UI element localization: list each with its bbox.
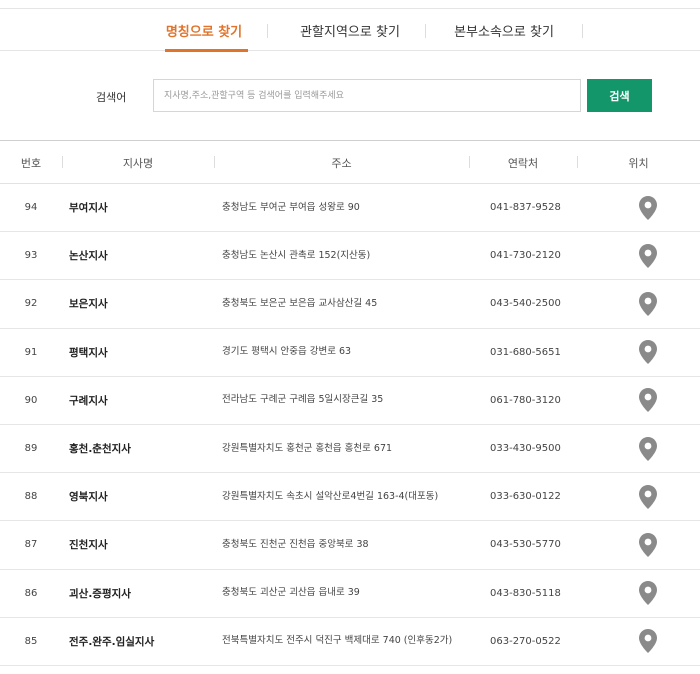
branch-phone: 043-540-2500 [490, 298, 561, 310]
branch-phone: 033-430-9500 [490, 443, 561, 455]
search-button[interactable]: 검색 [587, 79, 652, 112]
location-button[interactable] [636, 232, 660, 279]
table-row: 88 영북지사 강원특별자치도 속초시 설악산로4번길 163-4(대포동) 0… [0, 473, 700, 522]
table-row: 92 보은지사 충청북도 보은군 보은읍 교사삼산길 45 043-540-25… [0, 280, 700, 329]
table-row: 94 부여지사 충청남도 부여군 부여읍 성왕로 90 041-837-9528 [0, 184, 700, 233]
branch-address: 충청남도 부여군 부여읍 성왕로 90 [222, 201, 360, 213]
search-tabs: 명칭으로 찾기 관할지역으로 찾기 본부소속으로 찾기 [0, 9, 700, 52]
branch-name: 평택지사 [69, 346, 108, 359]
table-header: 번호 지사명 주소 연락처 위치 [0, 141, 700, 184]
location-button[interactable] [636, 618, 660, 665]
row-number: 88 [24, 491, 38, 503]
location-button[interactable] [636, 521, 660, 568]
branch-name: 부여지사 [69, 202, 108, 215]
map-pin-icon [639, 532, 657, 557]
table-row: 86 괴산.증평지사 충청북도 괴산군 괴산읍 읍내로 39 043-830-5… [0, 570, 700, 618]
branch-name: 진천지사 [69, 539, 108, 552]
row-number: 90 [24, 394, 38, 406]
map-pin-icon [639, 243, 657, 268]
table-body: 94 부여지사 충청남도 부여군 부여읍 성왕로 90 041-837-9528… [0, 184, 700, 666]
map-pin-icon [639, 195, 657, 220]
branch-address: 충청북도 보은군 보은읍 교사삼산길 45 [222, 297, 378, 309]
map-pin-icon [639, 388, 657, 413]
branch-address: 전북특별자치도 전주시 덕진구 백제대로 740 (인후동2가) [222, 635, 453, 647]
header-branch-name: 지사명 [122, 156, 154, 170]
branch-phone: 033-630-0122 [490, 491, 561, 503]
branch-name: 논산지사 [69, 250, 108, 263]
header-number: 번호 [20, 156, 42, 170]
map-pin-icon [639, 484, 657, 509]
branch-name: 홍천.춘천지사 [69, 443, 131, 456]
branch-phone: 061-780-3120 [490, 394, 561, 406]
table-row: 91 평택지사 경기도 평택시 안중읍 강변로 63 031-680-5651 [0, 329, 700, 377]
branch-address: 충청북도 괴산군 괴산읍 읍내로 39 [222, 587, 360, 599]
branch-address: 경기도 평택시 안중읍 강변로 63 [222, 346, 352, 358]
map-pin-icon [639, 629, 657, 654]
location-button[interactable] [636, 425, 660, 472]
branch-phone: 041-730-2120 [490, 250, 561, 262]
branch-name: 괴산.증평지사 [69, 587, 131, 600]
table-row: 87 진천지사 충청북도 진천군 진천읍 중앙북로 38 043-530-577… [0, 521, 700, 570]
tab-separator [425, 24, 426, 38]
branch-name: 보은지사 [69, 298, 108, 311]
row-number: 91 [24, 346, 38, 358]
table-row: 89 홍천.춘천지사 강원특별자치도 홍천군 홍천읍 홍천로 671 033-4… [0, 425, 700, 474]
branch-address: 강원특별자치도 홍천군 홍천읍 홍천로 671 [222, 442, 393, 454]
row-number: 86 [24, 587, 38, 599]
location-button[interactable] [636, 570, 660, 617]
branch-name: 구례지사 [69, 394, 108, 407]
search-label: 검색어 [96, 91, 127, 104]
branch-phone: 043-530-5770 [490, 539, 561, 551]
row-number: 89 [24, 443, 38, 455]
branch-phone: 043-830-5118 [490, 587, 561, 599]
header-contact: 연락처 [507, 156, 539, 170]
table-row: 90 구례지사 전라남도 구례군 구례읍 5일시장큰길 35 061-780-3… [0, 377, 700, 425]
location-button[interactable] [636, 329, 660, 376]
branch-address: 전라남도 구례군 구례읍 5일시장큰길 35 [222, 394, 384, 406]
top-divider [0, 0, 700, 9]
tab-by-headquarters[interactable]: 본부소속으로 찾기 [446, 9, 562, 51]
branch-address: 강원특별자치도 속초시 설악산로4번길 163-4(대포동) [222, 490, 439, 502]
branch-name: 전주.완주.임실지사 [69, 635, 155, 648]
tab-separator [582, 24, 583, 38]
map-pin-icon [639, 291, 657, 316]
location-button[interactable] [636, 377, 660, 424]
branch-address: 충청북도 진천군 진천읍 중앙북로 38 [222, 538, 369, 550]
row-number: 92 [24, 298, 38, 310]
location-button[interactable] [636, 280, 660, 327]
map-pin-icon [639, 581, 657, 606]
location-button[interactable] [636, 473, 660, 520]
branch-name: 영북지사 [69, 491, 108, 504]
header-address: 주소 [331, 156, 352, 170]
row-number: 94 [24, 202, 38, 214]
table-row: 85 전주.완주.임실지사 전북특별자치도 전주시 덕진구 백제대로 740 (… [0, 618, 700, 666]
tab-by-name[interactable]: 명칭으로 찾기 [160, 9, 248, 52]
map-pin-icon [639, 340, 657, 365]
map-pin-icon [639, 436, 657, 461]
branch-address: 충청남도 논산시 관촉로 152(지산동) [222, 249, 371, 261]
search-input[interactable] [153, 79, 581, 112]
location-button[interactable] [636, 184, 660, 231]
row-number: 85 [24, 635, 38, 647]
branch-phone: 063-270-0522 [490, 635, 561, 647]
table-row: 93 논산지사 충청남도 논산시 관촉로 152(지산동) 041-730-21… [0, 232, 700, 281]
row-number: 93 [24, 250, 38, 262]
branch-phone: 041-837-9528 [490, 202, 561, 214]
row-number: 87 [24, 539, 38, 551]
header-location: 위치 [628, 156, 649, 170]
tab-by-region[interactable]: 관할지역으로 찾기 [290, 9, 410, 51]
branch-phone: 031-680-5651 [490, 346, 561, 358]
tab-separator [267, 24, 268, 38]
search-area: 검색어 검색 [0, 51, 700, 141]
